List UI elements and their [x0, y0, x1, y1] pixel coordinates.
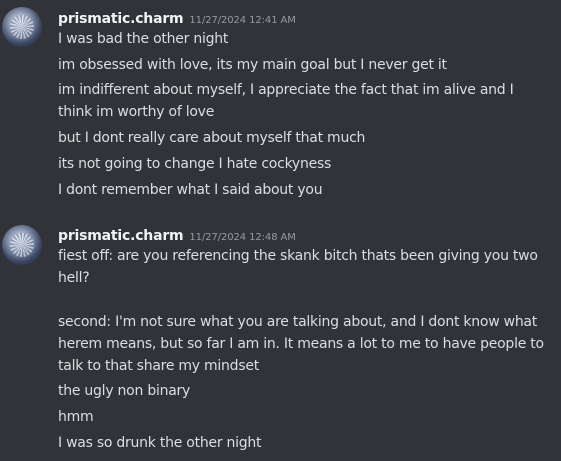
message-text: hmm: [58, 409, 94, 425]
message-text: I was so drunk the other night: [58, 435, 262, 451]
message-text: think im worthy of love: [58, 104, 215, 120]
message-text: herem means, but so far I am in. It mean…: [58, 336, 544, 352]
timestamp: 11/27/2024 12:41 AM: [189, 15, 296, 26]
avatar[interactable]: [2, 7, 42, 47]
timestamp: 11/27/2024 12:48 AM: [189, 232, 296, 243]
message-text: its not going to change I hate cockyness: [58, 156, 332, 172]
message-text: I was bad the other night: [58, 31, 229, 47]
message-header: prismatic.charm 11/27/2024 12:48 AM: [58, 225, 296, 245]
message-text: im indifferent about myself, I appreciat…: [58, 82, 514, 98]
message-header: prismatic.charm 11/27/2024 12:41 AM: [58, 8, 296, 28]
message-text: I dont remember what I said about you: [58, 182, 323, 198]
message-text: but I dont really care about myself that…: [58, 130, 366, 146]
message-text: talk to that share my mindset: [58, 358, 259, 374]
message-text: hell?: [58, 270, 90, 286]
message-text: the ugly non binary: [58, 383, 191, 399]
avatar[interactable]: [2, 225, 42, 265]
username[interactable]: prismatic.charm: [58, 11, 184, 27]
message-text: second: I'm not sure what you are talkin…: [58, 314, 538, 330]
chat-message-list: prismatic.charm 11/27/2024 12:41 AM I was…: [0, 0, 561, 461]
message-text: im obsessed with love, its my main goal …: [58, 57, 447, 73]
username[interactable]: prismatic.charm: [58, 228, 184, 244]
message-text: fiest off: are you referencing the skank…: [58, 248, 538, 264]
